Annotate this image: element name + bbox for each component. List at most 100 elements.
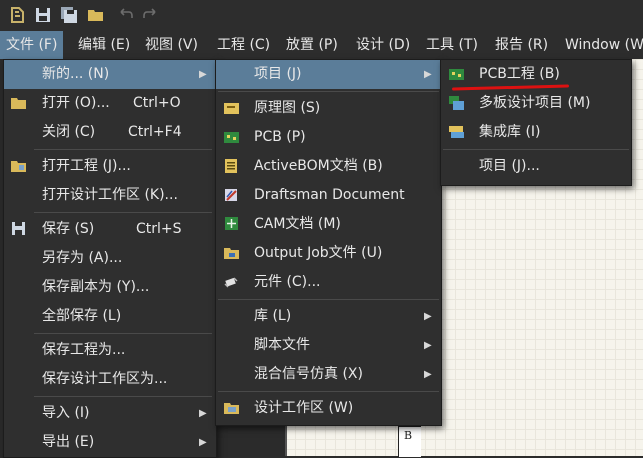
submenu-arrow-icon: ▶ [424, 69, 432, 80]
new-submenu: 项目 (J) ▶ 原理图 (S) PCB (P) ActiveBOM文档 (B)… [215, 59, 442, 426]
cam-doc-icon [225, 217, 238, 230]
menu-item-new[interactable]: 新的... (N) ▶ [4, 60, 216, 89]
menu-item-save[interactable]: 保存 (S) Ctrl+S [4, 215, 216, 244]
project-submenu: PCB工程 (B) 多板设计项目 (M) 集成库 (I) 项目 (J)... [440, 59, 632, 186]
menu-design[interactable]: 设计 (D) [350, 31, 416, 59]
menu-shortcut-open: Ctrl+O [133, 95, 181, 111]
menu-separator [443, 149, 629, 150]
menu-item-multiboard[interactable]: 多板设计项目 (M) [441, 89, 631, 118]
menu-item-open[interactable]: 打开 (O)... Ctrl+O [4, 89, 216, 118]
submenu-arrow-icon: ▶ [424, 369, 432, 380]
menu-item-export-label: 导出 (E) [42, 434, 95, 450]
menu-item-project-label: 项目 (J) [254, 66, 302, 82]
menu-project[interactable]: 工程 (C) [211, 31, 276, 59]
menu-place[interactable]: 放置 (P) [280, 31, 344, 59]
menu-item-integrated-lib-label: 集成库 (I) [479, 124, 541, 140]
menu-item-activebom-label: ActiveBOM文档 (B) [254, 158, 383, 174]
submenu-arrow-icon: ▶ [424, 340, 432, 351]
menu-item-save-workspace-as[interactable]: 保存设计工作区为... [4, 365, 216, 394]
menu-item-activebom[interactable]: ActiveBOM文档 (B) [216, 152, 441, 181]
menu-item-close[interactable]: 关闭 (C) Ctrl+F4 [4, 118, 216, 147]
menu-view[interactable]: 视图 (V) [139, 31, 204, 59]
save-icon[interactable] [34, 6, 52, 24]
menu-item-import[interactable]: 导入 (I) ▶ [4, 399, 216, 428]
menu-item-save-label: 保存 (S) [42, 221, 95, 237]
menu-item-mixed-sim-label: 混合信号仿真 (X) [254, 366, 363, 382]
menu-item-save-as[interactable]: 另存为 (A)... [4, 244, 216, 273]
save-all-icon[interactable] [60, 6, 78, 24]
undo-icon[interactable] [116, 6, 134, 24]
menu-item-output-job-label: Output Job文件 (U) [254, 245, 383, 261]
schematic-doc-icon [224, 103, 239, 114]
workspace-icon [224, 403, 239, 414]
menu-item-save-as-label: 另存为 (A)... [42, 250, 123, 266]
menu-separator [34, 396, 212, 397]
save-icon [12, 222, 25, 235]
menu-item-save-all[interactable]: 全部保存 (L) [4, 302, 216, 331]
menu-item-pcb[interactable]: PCB (P) [216, 123, 441, 152]
app-logo-icon [11, 7, 24, 23]
menu-bar: 文件 (F) 编辑 (E) 视图 (V) 工程 (C) 放置 (P) 设计 (D… [0, 31, 643, 59]
menu-reports[interactable]: 报告 (R) [489, 31, 554, 59]
menu-item-save-workspace-as-label: 保存设计工作区为... [42, 371, 168, 387]
sheet-zone-letter: B [404, 429, 413, 442]
menu-file[interactable]: 文件 (F) [0, 31, 64, 59]
menu-item-save-project-as[interactable]: 保存工程为... [4, 336, 216, 365]
menu-item-open-project[interactable]: 打开工程 (J)... [4, 152, 216, 181]
menu-item-workspace[interactable]: 设计工作区 (W) [216, 394, 441, 423]
menu-separator [34, 212, 212, 213]
menu-item-cam[interactable]: CAM文档 (M) [216, 210, 441, 239]
menu-item-integrated-lib[interactable]: 集成库 (I) [441, 118, 631, 147]
menu-shortcut-save: Ctrl+S [136, 221, 182, 237]
menu-item-export[interactable]: 导出 (E) ▶ [4, 428, 216, 457]
submenu-arrow-icon: ▶ [424, 311, 432, 322]
pcb-doc-icon [224, 132, 239, 143]
menu-separator [218, 91, 439, 92]
menu-edit[interactable]: 编辑 (E) [72, 31, 136, 59]
menu-item-component-label: 元件 (C)... [254, 274, 321, 290]
open-folder-icon[interactable] [87, 6, 105, 24]
menu-item-open-label: 打开 (O)... [42, 95, 110, 111]
menu-item-schematic-label: 原理图 (S) [254, 100, 321, 116]
activebom-doc-icon [225, 159, 237, 173]
menu-item-project-generic[interactable]: 项目 (J)... [441, 152, 631, 181]
open-folder-icon [11, 98, 26, 109]
menu-separator [218, 391, 439, 392]
menu-item-library-label: 库 (L) [254, 308, 292, 324]
menu-item-output-job[interactable]: Output Job文件 (U) [216, 239, 441, 268]
submenu-arrow-icon: ▶ [199, 69, 207, 80]
menu-item-script[interactable]: 脚本文件 ▶ [216, 331, 441, 360]
redo-icon[interactable] [142, 6, 160, 24]
menu-item-pcb-label: PCB (P) [254, 129, 306, 145]
menu-item-library[interactable]: 库 (L) ▶ [216, 302, 441, 331]
menu-window[interactable]: Window (W [559, 31, 643, 59]
output-job-doc-icon [224, 248, 239, 259]
menu-tools[interactable]: 工具 (T) [420, 31, 484, 59]
menu-item-draftsman[interactable]: Draftsman Document [216, 181, 441, 210]
menu-item-schematic[interactable]: 原理图 (S) [216, 94, 441, 123]
open-project-icon [11, 161, 26, 172]
integrated-library-icon [449, 126, 464, 138]
toolbar [0, 0, 643, 31]
menu-item-open-workspace-label: 打开设计工作区 (K)... [42, 187, 178, 203]
menu-item-open-workspace[interactable]: 打开设计工作区 (K)... [4, 181, 216, 210]
menu-item-mixed-sim[interactable]: 混合信号仿真 (X) ▶ [216, 360, 441, 389]
pcb-project-icon [449, 69, 464, 80]
menu-item-workspace-label: 设计工作区 (W) [254, 400, 354, 416]
menu-item-save-copy-as-label: 保存副本为 (Y)... [42, 279, 150, 295]
draftsman-doc-icon [225, 189, 237, 201]
menu-item-project[interactable]: 项目 (J) ▶ [216, 60, 441, 89]
menu-item-component[interactable]: 元件 (C)... [216, 268, 441, 297]
menu-shortcut-close: Ctrl+F4 [128, 124, 182, 140]
file-menu: 新的... (N) ▶ 打开 (O)... Ctrl+O 关闭 (C) Ctrl… [3, 59, 217, 458]
menu-item-save-copy-as[interactable]: 保存副本为 (Y)... [4, 273, 216, 302]
menu-item-save-project-as-label: 保存工程为... [42, 342, 126, 358]
menu-item-new-label: 新的... (N) [42, 66, 110, 82]
menu-separator [34, 333, 212, 334]
menu-item-multiboard-label: 多板设计项目 (M) [479, 95, 591, 111]
submenu-arrow-icon: ▶ [199, 408, 207, 419]
multiboard-project-icon [449, 96, 464, 110]
menu-item-cam-label: CAM文档 (M) [254, 216, 341, 232]
menu-item-project-generic-label: 项目 (J)... [479, 158, 540, 174]
menu-item-script-label: 脚本文件 [254, 337, 310, 353]
